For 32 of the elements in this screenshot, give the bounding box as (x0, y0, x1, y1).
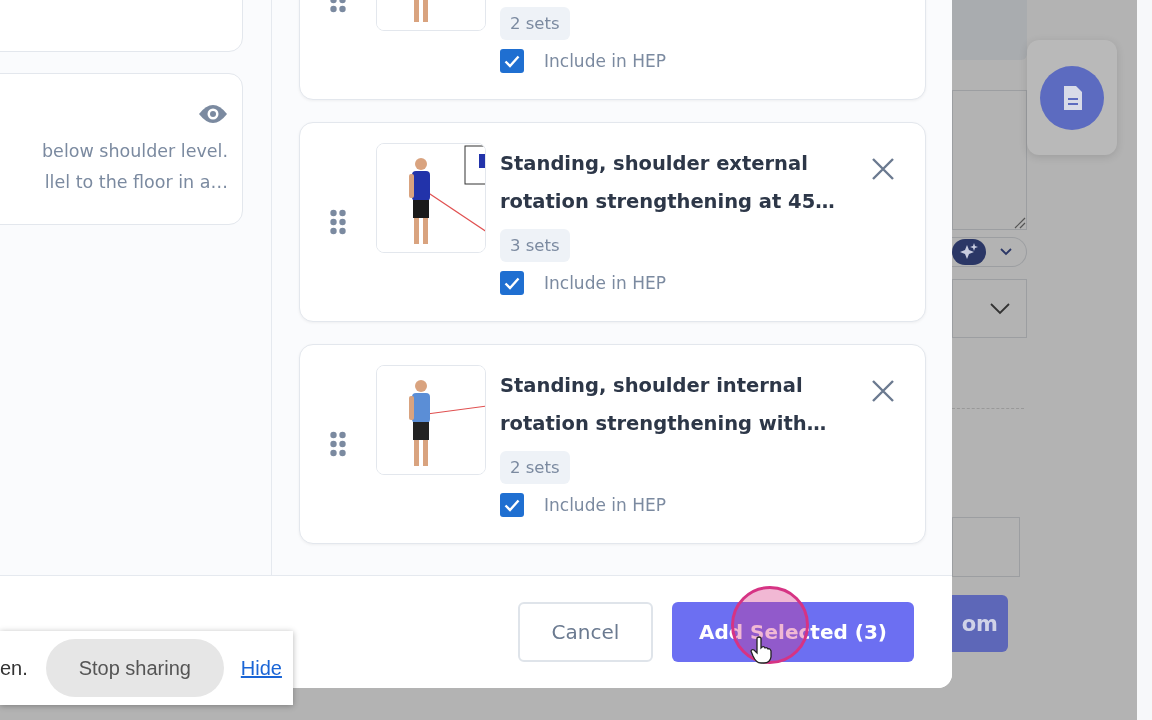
sets-tag: 2 sets (500, 451, 570, 484)
submit-button[interactable]: om (952, 595, 1008, 652)
drag-handle-icon[interactable] (330, 431, 346, 457)
drag-handle-icon[interactable] (330, 209, 346, 235)
input-field[interactable] (952, 517, 1020, 577)
dropdown-field[interactable] (952, 279, 1027, 338)
sets-tag: 3 sets (500, 229, 570, 262)
sharing-message: en. (0, 656, 28, 680)
checkbox[interactable] (500, 271, 524, 295)
eye-icon[interactable] (198, 104, 228, 124)
checkbox[interactable] (500, 49, 524, 73)
checkmark-icon (504, 54, 520, 68)
chevron-down-icon (990, 302, 1010, 315)
checkmark-icon (504, 276, 520, 290)
close-icon[interactable] (871, 157, 895, 181)
close-icon[interactable] (871, 379, 895, 403)
resize-handle-icon[interactable] (1014, 217, 1026, 229)
hide-link[interactable]: Hide (240, 656, 282, 680)
exercise-title: Standing, shoulder internal rotation strengthening with… (500, 373, 827, 437)
checkbox[interactable] (500, 493, 524, 517)
exercise-description: below shoulder level. llel to the floor in a… (42, 140, 228, 194)
chevron-down-icon[interactable] (1000, 248, 1012, 256)
sparkle-icon (960, 243, 978, 261)
checkbox-label: Include in HEP (544, 495, 666, 515)
checkmark-icon (504, 498, 520, 512)
checkbox-label: Include in HEP (544, 273, 666, 293)
checkbox-label: Include in HEP (544, 51, 666, 71)
cancel-button[interactable]: Cancel (518, 602, 653, 662)
stop-sharing-button[interactable]: Stop sharing (45, 639, 224, 697)
document-icon[interactable] (1040, 65, 1104, 130)
sets-tag: 2 sets (500, 7, 570, 40)
exercise-title: Standing, shoulder external rotation strengthening at 45… (500, 151, 835, 215)
